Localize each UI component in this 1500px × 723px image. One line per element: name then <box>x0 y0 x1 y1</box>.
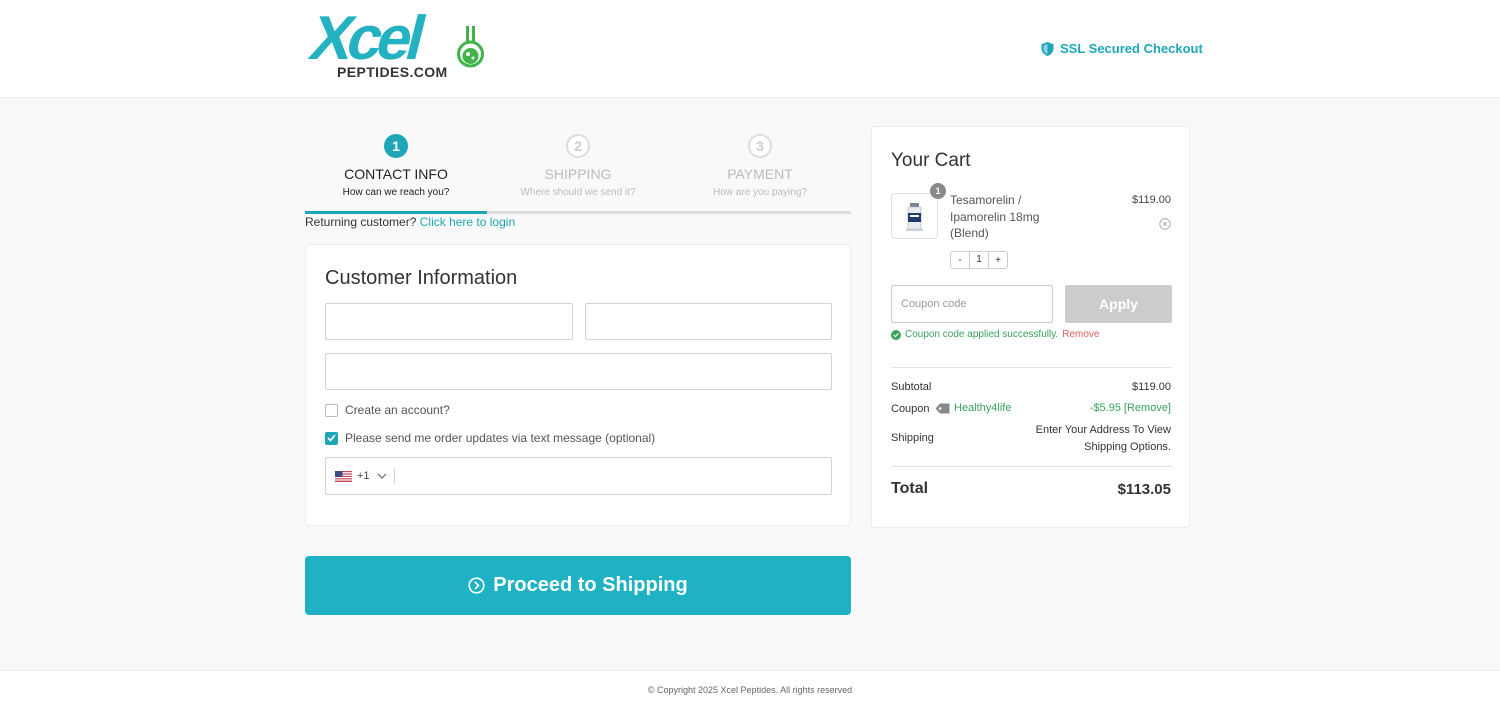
ssl-badge: SSL Secured Checkout <box>1041 41 1203 56</box>
tag-icon <box>935 403 950 413</box>
chevron-down-icon[interactable] <box>377 473 387 479</box>
cart-summary: Your Cart 1 Tesamorelin / Ipamorelin 18m… <box>871 126 1190 528</box>
step-shipping[interactable]: 2 SHIPPING Where should we send it? <box>487 134 669 198</box>
sms-updates-checkbox[interactable] <box>325 431 338 445</box>
coupon-message-text: Coupon code applied successfully. <box>905 329 1059 340</box>
coupon-discount[interactable]: -$5.95 [Remove] <box>1090 402 1171 414</box>
subtotal-value: $119.00 <box>1132 381 1171 393</box>
step-number: 3 <box>748 134 772 158</box>
arrow-circle-right-icon <box>468 577 485 594</box>
divider <box>891 466 1172 467</box>
shipping-label: Shipping <box>891 432 934 444</box>
divider <box>891 367 1172 368</box>
sms-updates-label: Please send me order updates via text me… <box>345 431 656 445</box>
logo-subtitle: PEPTIDES.COM <box>337 64 448 80</box>
email-input[interactable] <box>325 353 832 390</box>
coupon-code-text: Healthy4life <box>954 402 1012 414</box>
step-title: PAYMENT <box>727 166 793 182</box>
cart-title: Your Cart <box>891 150 971 171</box>
step-contact-info[interactable]: 1 CONTACT INFO How can we reach you? <box>305 134 487 198</box>
create-account-row[interactable]: Create an account? <box>325 403 450 417</box>
site-logo[interactable]: Xcel PEPTIDES.COM <box>304 4 487 84</box>
coupon-label: Coupon <box>891 403 930 415</box>
shield-icon <box>1041 41 1054 56</box>
quantity-stepper: - 1 + <box>950 251 1008 269</box>
product-name: Tesamorelin / Ipamorelin 18mg (Blend) <box>950 193 1040 240</box>
check-circle-icon <box>891 329 901 340</box>
step-subtitle: Where should we send it? <box>520 187 636 198</box>
proceed-label: Proceed to Shipping <box>493 574 688 596</box>
coupon-remove-link[interactable]: Remove <box>1062 329 1099 340</box>
applied-coupon: Healthy4life <box>935 402 1011 414</box>
sms-updates-row[interactable]: Please send me order updates via text me… <box>325 431 655 445</box>
step-subtitle: How are you paying? <box>713 187 807 198</box>
vial-icon <box>906 203 923 231</box>
login-link[interactable]: Click here to login <box>420 215 515 229</box>
dial-code[interactable]: +1 <box>357 470 370 482</box>
product-thumbnail <box>891 193 938 239</box>
first-name-input[interactable] <box>325 303 573 340</box>
total-label: Total <box>891 480 929 497</box>
step-title: SHIPPING <box>544 166 612 182</box>
apply-coupon-button[interactable]: Apply <box>1065 285 1172 323</box>
shipping-value: Enter Your Address To View Shipping Opti… <box>1035 424 1171 453</box>
checkout-steps: 1 CONTACT INFO How can we reach you? 2 S… <box>305 134 851 216</box>
ssl-text: SSL Secured Checkout <box>1060 41 1203 56</box>
quantity-badge: 1 <box>930 183 946 199</box>
customer-information-card: Customer Information Create an account? … <box>305 244 851 526</box>
step-payment[interactable]: 3 PAYMENT How are you paying? <box>669 134 851 198</box>
create-account-checkbox[interactable] <box>325 403 338 417</box>
proceed-to-shipping-button[interactable]: Proceed to Shipping <box>305 556 851 615</box>
create-account-label: Create an account? <box>345 403 450 417</box>
step-subtitle: How can we reach you? <box>342 187 450 198</box>
progress-fill <box>305 211 487 214</box>
flask-icon <box>457 26 484 68</box>
step-title: CONTACT INFO <box>344 166 448 182</box>
step-number: 1 <box>384 134 408 158</box>
section-title: Customer Information <box>325 267 518 289</box>
remove-item-icon[interactable] <box>1159 218 1171 230</box>
step-number: 2 <box>566 134 590 158</box>
quantity-decrease-button[interactable]: - <box>951 255 969 266</box>
coupon-success-message: Coupon code applied successfully. Remove <box>891 329 1100 340</box>
phone-input[interactable]: +1 <box>325 457 832 495</box>
phone-divider <box>393 469 395 483</box>
subtotal-label: Subtotal <box>891 381 932 393</box>
quantity-value[interactable]: 1 <box>969 252 989 268</box>
product-price: $119.00 <box>1132 194 1171 206</box>
last-name-input[interactable] <box>585 303 832 340</box>
quantity-increase-button[interactable]: + <box>989 255 1007 266</box>
total-value: $113.05 <box>1117 481 1171 498</box>
us-flag-icon <box>335 470 352 482</box>
returning-text: Returning customer? <box>305 215 417 229</box>
copyright-text: © Copyright 2025 Xcel Peptides. All righ… <box>647 685 853 695</box>
site-footer: © Copyright 2025 Xcel Peptides. All righ… <box>0 670 1500 723</box>
checkmark-icon <box>327 434 336 442</box>
returning-customer: Returning customer? Click here to login <box>305 215 515 229</box>
site-header: Xcel PEPTIDES.COM SSL Secured Checkout <box>0 0 1500 98</box>
logo-wordmark: Xcel <box>303 4 429 73</box>
coupon-code-input[interactable]: Coupon code <box>891 285 1053 323</box>
